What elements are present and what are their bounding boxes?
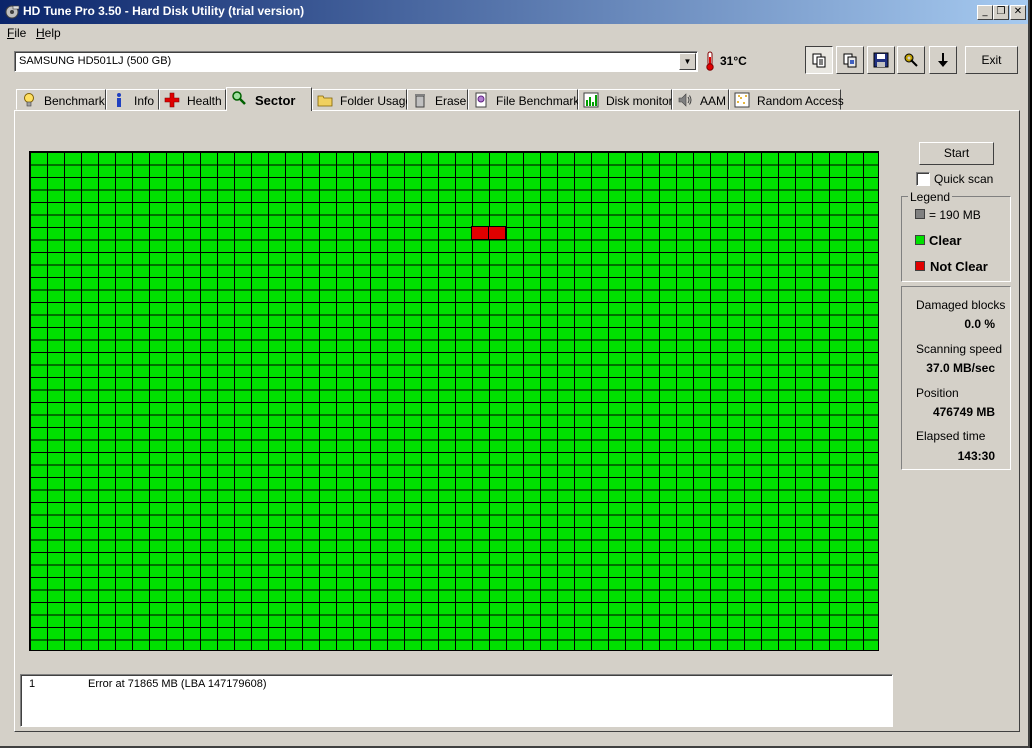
exit-button[interactable]: Exit xyxy=(965,46,1018,74)
tab-info[interactable]: Info xyxy=(106,89,159,110)
copy-screenshot-icon xyxy=(843,53,857,68)
sector-block-map xyxy=(29,151,879,651)
log-message: Error at 71865 MB (LBA 147179608) xyxy=(88,678,267,690)
save-button[interactable] xyxy=(867,46,895,74)
tab-folder-usage[interactable]: Folder Usage xyxy=(312,89,412,110)
elapsed-time-value: 143:30 xyxy=(957,449,995,463)
copy-info-button[interactable] xyxy=(805,46,833,74)
tab-erase[interactable]: Erase xyxy=(407,89,468,110)
temperature-readout: 31°C xyxy=(720,54,747,68)
tab-aam[interactable]: AAM xyxy=(672,89,729,110)
app-icon xyxy=(5,5,20,19)
scanning-speed-value: 37.0 MB/sec xyxy=(926,361,995,375)
menu-help[interactable]: Help xyxy=(36,26,61,40)
legend-title: Legend xyxy=(908,190,953,204)
tab-health[interactable]: Health xyxy=(159,89,226,110)
chevron-down-icon[interactable]: ▼ xyxy=(679,53,696,70)
arrow-down-icon xyxy=(938,53,948,67)
drive-select-value: SAMSUNG HD501LJ (500 GB) xyxy=(19,55,172,67)
copy-screen-button[interactable] xyxy=(836,46,864,74)
start-button[interactable]: Start xyxy=(919,142,994,165)
restore-button[interactable]: ❐ xyxy=(993,5,1009,20)
tab-disk-monitor[interactable]: Disk monitor xyxy=(578,89,673,110)
options-button[interactable] xyxy=(897,46,925,74)
not-clear-label: Not Clear xyxy=(930,259,988,274)
position-value: 476749 MB xyxy=(932,405,995,419)
random-access-icon xyxy=(734,92,750,108)
close-button[interactable]: ✕ xyxy=(1010,5,1026,20)
title-bar[interactable]: HD Tune Pro 3.50 - Hard Disk Utility (tr… xyxy=(0,0,1028,24)
trash-icon xyxy=(415,94,425,108)
clear-swatch xyxy=(915,235,925,245)
drive-select[interactable]: SAMSUNG HD501LJ (500 GB) ▼ xyxy=(14,51,698,72)
tab-file-benchmark[interactable]: File Benchmark xyxy=(468,89,579,110)
block-size-label: = 190 MB xyxy=(929,208,981,222)
log-index: 1 xyxy=(29,678,36,690)
position-label: Position xyxy=(916,386,959,400)
app-window: HD Tune Pro 3.50 - Hard Disk Utility (tr… xyxy=(0,0,1030,748)
magnifier-icon xyxy=(232,91,246,105)
disk-monitor-icon xyxy=(583,92,599,108)
menu-file[interactable]: File xyxy=(7,26,26,40)
folder-icon xyxy=(317,95,333,107)
damaged-blocks-label: Damaged blocks xyxy=(916,298,1006,312)
tab-benchmark[interactable]: Benchmark xyxy=(16,89,106,110)
quick-scan-label: Quick scan xyxy=(934,172,994,186)
thermometer-icon xyxy=(706,51,714,71)
damaged-block xyxy=(488,226,506,240)
floppy-disk-icon xyxy=(873,52,889,68)
elapsed-time-label: Elapsed time xyxy=(916,429,986,443)
file-benchmark-icon xyxy=(475,92,487,108)
download-button[interactable] xyxy=(929,46,957,74)
scanning-speed-label: Scanning speed xyxy=(916,342,1003,356)
error-log-list[interactable]: 1 Error at 71865 MB (LBA 147179608) xyxy=(20,674,893,727)
minimize-button[interactable]: _ xyxy=(977,5,993,20)
menu-bar: File Help xyxy=(0,24,1028,42)
window-title: HD Tune Pro 3.50 - Hard Disk Utility (tr… xyxy=(23,4,305,18)
health-cross-icon xyxy=(164,92,180,108)
quick-scan-checkbox[interactable] xyxy=(916,172,930,186)
block-size-swatch xyxy=(915,209,925,219)
tools-icon xyxy=(904,53,918,67)
not-clear-swatch xyxy=(915,261,925,271)
copy-icon xyxy=(812,53,826,68)
tab-sector[interactable]: Sector xyxy=(226,87,312,111)
speaker-icon xyxy=(678,93,692,107)
lightbulb-icon xyxy=(24,93,34,107)
clear-label: Clear xyxy=(929,233,962,248)
damaged-block xyxy=(471,226,489,240)
damaged-blocks-value: 0.0 % xyxy=(964,317,995,331)
tab-random-access[interactable]: Random Access xyxy=(729,89,844,110)
info-icon xyxy=(117,93,121,107)
